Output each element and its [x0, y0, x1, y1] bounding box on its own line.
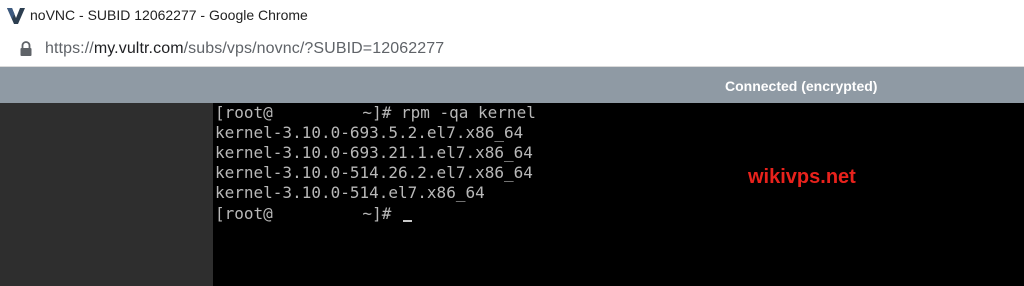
- terminal-line-prompt: [root@ ~]#: [215, 204, 412, 224]
- terminal-output-line: kernel-3.10.0-514.el7.x86_64: [215, 183, 485, 202]
- terminal-command: rpm -qa kernel: [400, 103, 536, 122]
- watermark-text: wikivps.net: [748, 166, 856, 188]
- left-panel: [0, 103, 213, 286]
- url-path: /subs/vps/novnc/?SUBID=12062277: [183, 40, 445, 57]
- novnc-control-bar: Connected (encrypted): [0, 67, 1024, 103]
- vnc-terminal-screen[interactable]: [root@ ~]# rpm -qa kernel kernel-3.10.0-…: [213, 103, 1024, 286]
- prompt-open: [root@: [215, 204, 273, 223]
- terminal-line-command: [root@ ~]# rpm -qa kernel: [215, 103, 536, 123]
- prompt-close: ~]#: [352, 103, 401, 122]
- redacted-hostname: [272, 106, 353, 120]
- url-scheme: https://: [45, 40, 94, 57]
- window-titlebar: noVNC - SUBID 12062277 - Google Chrome: [0, 0, 1024, 32]
- address-bar[interactable]: https://my.vultr.com/subs/vps/novnc/?SUB…: [0, 32, 1024, 67]
- url-host: my.vultr.com: [93, 40, 184, 57]
- vultr-v-icon: [7, 8, 25, 24]
- terminal-cursor: [402, 220, 412, 222]
- connection-status: Connected (encrypted): [725, 78, 878, 94]
- redacted-hostname: [272, 207, 353, 221]
- terminal-output-line: kernel-3.10.0-514.26.2.el7.x86_64: [215, 163, 533, 182]
- prompt-close: ~]#: [352, 204, 401, 223]
- prompt-open: [root@: [215, 103, 273, 122]
- terminal-output-line: kernel-3.10.0-693.5.2.el7.x86_64: [215, 123, 524, 142]
- terminal-output-line: kernel-3.10.0-693.21.1.el7.x86_64: [215, 143, 533, 162]
- window-title: noVNC - SUBID 12062277 - Google Chrome: [30, 7, 308, 23]
- lock-icon[interactable]: [19, 41, 33, 57]
- url-field[interactable]: https://my.vultr.com/subs/vps/novnc/?SUB…: [45, 40, 444, 58]
